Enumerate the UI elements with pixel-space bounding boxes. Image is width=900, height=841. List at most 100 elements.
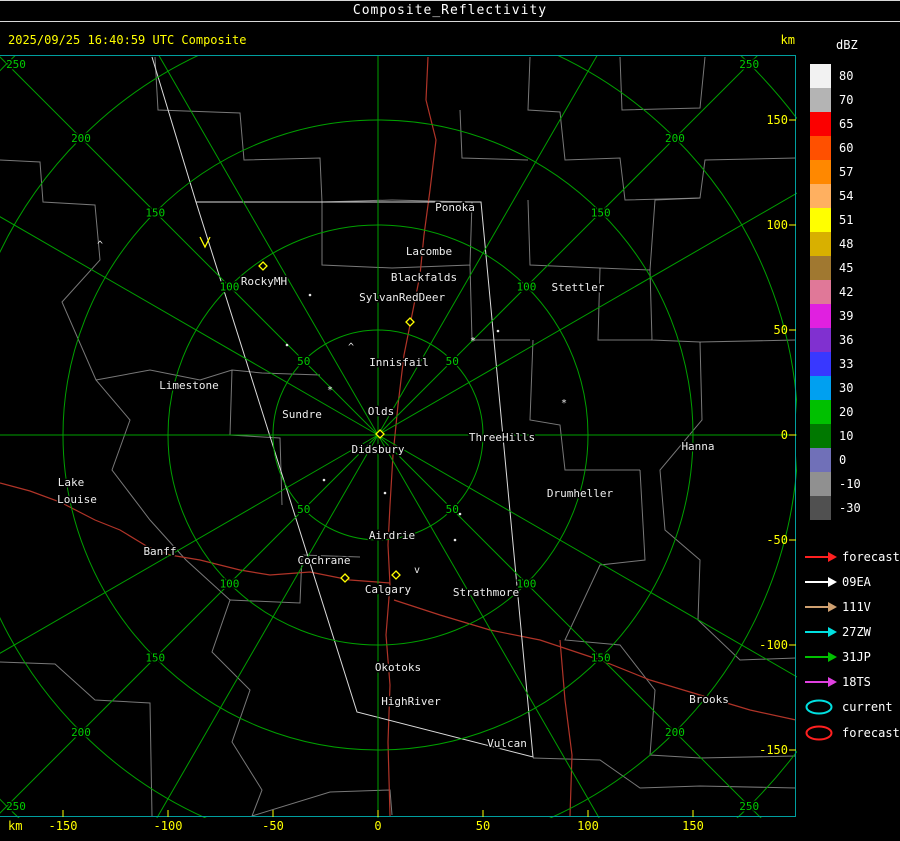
- x-axis-labels: -150 -100 -50 0 50 100 150: [0, 819, 797, 837]
- asterisk-marker: *: [470, 336, 476, 347]
- legend-ellipse-item: forecast: [804, 720, 900, 746]
- range-label: 250: [6, 800, 26, 813]
- colorbar-title: dBZ: [836, 38, 858, 52]
- window-titlebar[interactable]: Composite_Reflectivity: [0, 0, 900, 22]
- arrow-head: [828, 676, 837, 687]
- county-boundary: [529, 339, 640, 471]
- point-marker: [285, 343, 289, 347]
- point-marker: [496, 329, 500, 333]
- legend-track-label: forecast: [842, 549, 900, 564]
- range-label: 100: [220, 281, 240, 294]
- legend-track-item: 09EA: [804, 569, 900, 594]
- legend-track-label: 09EA: [842, 574, 871, 589]
- arrow-head: [828, 651, 837, 662]
- colorbar-value: 20: [839, 405, 854, 419]
- county-boundary: [0, 661, 153, 817]
- asterisk-marker: *: [561, 398, 567, 409]
- county-boundary: [564, 469, 797, 759]
- point-marker: [383, 491, 387, 495]
- caret-up-marker: ^: [97, 240, 103, 251]
- colorbar-swatch: [810, 280, 831, 304]
- radar-site-marker: [340, 573, 350, 583]
- point-marker: [308, 293, 312, 297]
- colorbar-value: 54: [839, 189, 854, 203]
- county-boundary: [229, 369, 283, 506]
- county-boundary: [649, 197, 701, 271]
- colorbar-entry: 30: [810, 376, 900, 400]
- window-title: Composite_Reflectivity: [352, 3, 548, 18]
- legend-track-item: 27ZW: [804, 619, 900, 644]
- colorbar-value: -10: [839, 477, 861, 491]
- timestamp-label: 2025/09/25 16:40:59 UTC Composite: [8, 33, 247, 47]
- legend-ellipse-label: forecast: [842, 726, 900, 740]
- colorbar-swatch: [810, 64, 831, 88]
- colorbar-value: 60: [839, 141, 854, 155]
- county-boundary: [0, 159, 263, 817]
- colorbar-swatch: [810, 496, 831, 520]
- colorbar-value: 42: [839, 285, 854, 299]
- track-arrow-icon: [805, 626, 837, 637]
- colorbar-entry: -30: [810, 496, 900, 520]
- city-label: Vulcan: [487, 737, 527, 750]
- city-label: Okotoks: [375, 661, 421, 674]
- legend-track-item: 31JP: [804, 644, 900, 669]
- range-label: 50: [297, 503, 310, 516]
- track-arrow-icon: [805, 601, 837, 612]
- legend-track-label: 111V: [842, 599, 871, 614]
- colorbar-swatch: [810, 208, 831, 232]
- range-label: 50: [446, 355, 459, 368]
- x-axis-label: -50: [262, 819, 284, 833]
- colorbar-value: 70: [839, 93, 854, 107]
- colorbar-entry: 45: [810, 256, 900, 280]
- caret-up-marker: ^: [348, 342, 354, 353]
- x-axis-label: -100: [153, 819, 183, 833]
- colorbar-entry: -10: [810, 472, 900, 496]
- colorbar-entry: 60: [810, 136, 900, 160]
- arrow-head: [828, 576, 837, 587]
- range-label: 200: [71, 132, 91, 145]
- colorbar-entry: 70: [810, 88, 900, 112]
- colorbar-value: 33: [839, 357, 854, 371]
- colorbar-value: 65: [839, 117, 854, 131]
- city-label: RockyMH: [241, 275, 287, 288]
- legend-track-label: 27ZW: [842, 624, 871, 639]
- city-label: ThreeHills: [469, 431, 535, 444]
- range-label: 100: [220, 577, 240, 590]
- colorbar-value: 10: [839, 429, 854, 443]
- colorbar-value: 51: [839, 213, 854, 227]
- colorbar-value: -30: [839, 501, 861, 515]
- county-boundary: [597, 267, 652, 341]
- range-label: 150: [145, 206, 165, 219]
- colorbar-swatch: [810, 256, 831, 280]
- colorbar-entry: 57: [810, 160, 900, 184]
- colorbar-entry: 36: [810, 328, 900, 352]
- colorbar-entry: 54: [810, 184, 900, 208]
- range-label: 150: [591, 652, 611, 665]
- colorbar-entry: 33: [810, 352, 900, 376]
- city-label: Airdrie: [369, 529, 415, 542]
- range-label: 250: [739, 800, 759, 813]
- legend-track-item: 111V: [804, 594, 900, 619]
- range-label: 250: [6, 58, 26, 71]
- city-label: Brooks: [689, 693, 729, 706]
- colorbar-entry: 0: [810, 448, 900, 472]
- legend-track-label: 18TS: [842, 674, 871, 689]
- radar-map-canvas: 50 100 150 200 250 50 100 150 200 250 50 100 150 200 2…: [0, 55, 797, 818]
- radar-site-marker: [391, 570, 401, 580]
- county-boundary: [527, 56, 797, 201]
- range-label: 150: [591, 206, 611, 219]
- legend-track-item: 18TS: [804, 669, 900, 694]
- y-axis-unit-label: km: [780, 33, 795, 47]
- colorbar-swatch: [810, 304, 831, 328]
- radar-site-marker: [258, 261, 268, 271]
- point-marker: [453, 538, 457, 542]
- range-label: 50: [297, 355, 310, 368]
- colorbar-entry: 48: [810, 232, 900, 256]
- legend-ellipse-label: current: [842, 700, 893, 714]
- county-boundary: [659, 341, 797, 661]
- track-arrow-icon: [805, 551, 837, 562]
- colorbar-swatch: [810, 160, 831, 184]
- legend-track-item: forecast: [804, 544, 900, 569]
- city-label: Blackfalds: [391, 271, 457, 284]
- colorbar-entry: 20: [810, 400, 900, 424]
